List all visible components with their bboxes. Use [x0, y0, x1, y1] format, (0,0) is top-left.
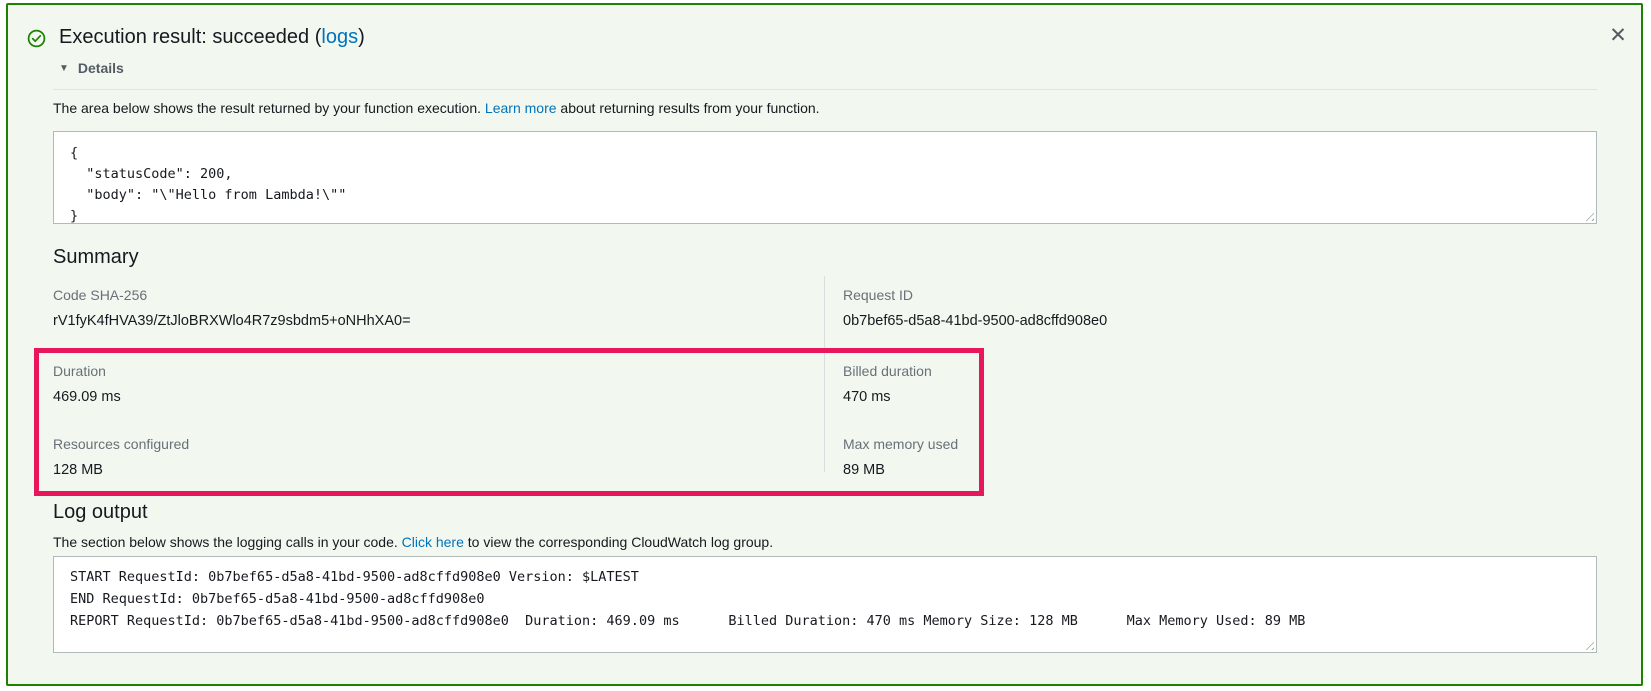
summary-field-request-id: Request ID 0b7bef65-d5a8-41bd-9500-ad8cf…	[843, 286, 1107, 330]
success-check-icon	[27, 29, 46, 48]
title-text-prefix: Execution result: succeeded (	[59, 26, 321, 48]
field-label: Max memory used	[843, 435, 958, 453]
summary-column-divider	[824, 276, 825, 472]
summary-field-billed-duration: Billed duration 470 ms	[843, 362, 932, 406]
details-divider	[53, 89, 1597, 90]
details-toggle[interactable]: ▼ Details	[59, 60, 124, 76]
close-icon: ✕	[1609, 24, 1627, 47]
field-value: 89 MB	[843, 461, 958, 479]
summary-field-max-memory-used: Max memory used 89 MB	[843, 435, 958, 479]
field-value: 470 ms	[843, 388, 932, 406]
triangle-down-icon: ▼	[59, 63, 69, 74]
log-description-text-after: to view the corresponding CloudWatch log…	[464, 534, 773, 550]
close-button[interactable]: ✕	[1600, 18, 1636, 54]
function-result-code: { "statusCode": 200, "body": "\"Hello fr…	[54, 132, 1596, 238]
result-description: The area below shows the result returned…	[53, 100, 820, 116]
result-description-text-after: about returning results from your functi…	[557, 100, 820, 116]
summary-field-code-sha256: Code SHA-256 rV1fyK4fHVA39/ZtJloBRXWlo4R…	[53, 286, 411, 330]
result-description-text: The area below shows the result returned…	[53, 100, 485, 116]
field-value: 128 MB	[53, 461, 189, 479]
page-title: Execution result: succeeded (logs)	[59, 26, 365, 49]
log-line-start: START RequestId: 0b7bef65-d5a8-41bd-9500…	[70, 566, 1580, 588]
field-value: 469.09 ms	[53, 388, 121, 406]
field-label: Duration	[53, 362, 121, 380]
field-label: Billed duration	[843, 362, 932, 380]
log-output-heading: Log output	[53, 501, 148, 524]
log-output-textarea[interactable]: START RequestId: 0b7bef65-d5a8-41bd-9500…	[53, 556, 1597, 653]
details-label: Details	[78, 60, 124, 76]
click-here-link[interactable]: Click here	[402, 534, 464, 550]
log-description-text: The section below shows the logging call…	[53, 534, 402, 550]
field-label: Request ID	[843, 286, 1107, 304]
field-value: 0b7bef65-d5a8-41bd-9500-ad8cffd908e0	[843, 312, 1107, 330]
summary-field-resources-configured: Resources configured 128 MB	[53, 435, 189, 479]
field-label: Resources configured	[53, 435, 189, 453]
field-value: rV1fyK4fHVA39/ZtJloBRXWlo4R7z9sbdm5+oNHh…	[53, 312, 411, 330]
function-result-textarea[interactable]: { "statusCode": 200, "body": "\"Hello fr…	[53, 131, 1597, 224]
log-description: The section below shows the logging call…	[53, 534, 773, 550]
title-text-suffix: )	[358, 26, 365, 48]
summary-field-duration: Duration 469.09 ms	[53, 362, 121, 406]
field-label: Code SHA-256	[53, 286, 411, 304]
summary-heading: Summary	[53, 246, 139, 269]
learn-more-link[interactable]: Learn more	[485, 100, 557, 116]
log-line-end: END RequestId: 0b7bef65-d5a8-41bd-9500-a…	[70, 588, 1580, 610]
resize-handle[interactable]	[1582, 638, 1594, 650]
logs-link[interactable]: logs	[321, 26, 358, 48]
log-line-report: REPORT RequestId: 0b7bef65-d5a8-41bd-950…	[70, 610, 1580, 632]
